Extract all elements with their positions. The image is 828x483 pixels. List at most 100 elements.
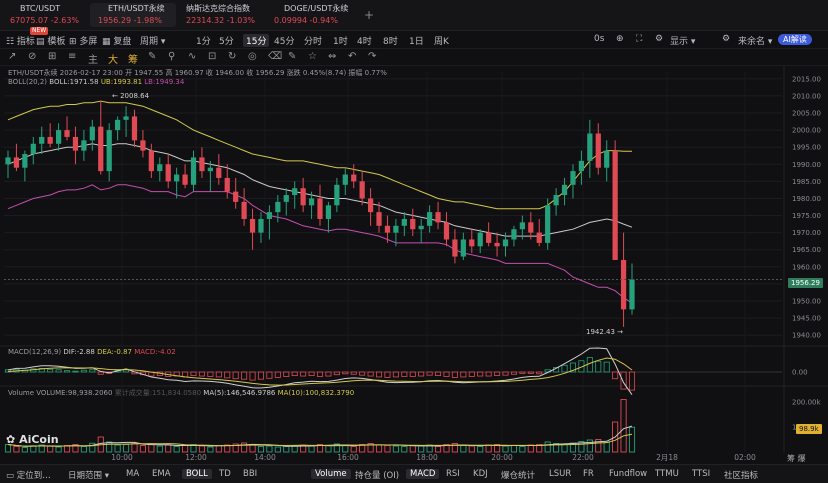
chip-icon[interactable]: 筹 [128,51,138,66]
volume-ma10: MA(10):100,832.3790 [277,389,355,397]
price-axis-label: 1975.00 [792,212,821,220]
macd-bar [468,371,475,377]
eraser-icon[interactable]: ⌫ [268,51,282,62]
sub-rsi[interactable]: RSI [446,469,460,479]
candle-body [401,218,407,226]
candle-body [283,195,289,202]
tf-15m[interactable]: 15分 [243,34,270,47]
measure-icon[interactable]: ⚲ [168,51,175,62]
sub-liquidation[interactable]: 爆仓统计 [501,469,535,481]
ind-td[interactable]: TD [219,469,231,479]
macd-bar [376,371,383,378]
indicator-button[interactable]: ☷ 指标 [6,34,35,47]
template-button[interactable]: ▤ 模板 [36,34,65,47]
macd-bar [536,371,543,375]
tf-45m[interactable]: 45分 [274,34,294,47]
account-dropdown[interactable]: 来余名 ▾ [738,34,772,47]
volume-bar [308,445,315,453]
tf-5m[interactable]: 5分 [219,34,234,47]
rotate-icon[interactable]: ↻ [228,51,236,62]
sub-lsur[interactable]: LSUR [549,469,571,479]
target-icon[interactable]: ◎ [248,51,257,62]
sub-ttmu[interactable]: TTMU [655,469,679,479]
sub-oi[interactable]: 持仓量 (OI) [355,469,399,481]
sub-fundflow[interactable]: Fundflow [609,469,647,479]
swap-icon[interactable]: ⇔ [328,51,336,62]
tf-week[interactable]: 周K [434,34,449,47]
zoom-icon[interactable]: ⊕ [616,34,624,44]
main-force-icon[interactable]: 主 [88,51,98,66]
lines-icon[interactable]: ≡ [68,51,76,62]
price-axis-label: 1980.00 [792,195,821,203]
trend-line-icon[interactable]: ↗ [8,51,16,62]
volume-bar [131,443,138,453]
date-range-dropdown[interactable]: 日期范围 ▾ [68,469,109,481]
candle-body [342,174,348,185]
locate-button[interactable]: ▭ 定位到… [6,469,51,481]
chip-tool-icon[interactable]: 筹 [787,454,795,463]
pen-icon[interactable]: ✎ [148,51,156,62]
aicoin-watermark: ✿ AiCoin [6,433,59,446]
tf-4h[interactable]: 4时 [357,34,372,47]
ai-interpret-button[interactable]: AI解读 [778,34,812,45]
add-tab-button[interactable]: + [364,8,374,22]
tf-1m[interactable]: 1分 [196,34,211,47]
tab-name: BTC/USDT [10,3,80,15]
macd-bar [628,371,636,391]
tf-1d[interactable]: 1日 [409,34,424,47]
candle-body [469,239,475,247]
macd-bar [249,371,256,381]
display-settings-icon[interactable]: ⚙ [655,34,663,44]
period-dropdown[interactable]: 周期 ▾ [140,34,165,47]
kline-chart[interactable]: 2015.00 2010.00 2005.00 2000.00 1995.00 1990.… [0,66,828,464]
undo-icon[interactable]: ↶ [348,51,356,62]
tab-nasdaq[interactable]: 纳斯达克综合指数 22314.32 -1.03% [178,3,264,27]
redo-icon[interactable]: ↷ [368,51,376,62]
fullscreen-icon[interactable]: ⛶ [636,34,642,44]
sub-macd[interactable]: MACD [406,469,440,479]
candle-body [30,143,36,155]
community-indicators[interactable]: 社区指标 [724,469,758,481]
replay-button[interactable]: ▦ 复盘 [102,34,131,47]
settings-icon[interactable]: ⚙ [722,34,730,44]
volume-bar [460,445,467,453]
boll-legend: BOLL(20,2) BOLL:1971.58 UB:1993.81 LB:19… [8,78,184,86]
macd-bar [460,371,467,378]
chart-area[interactable]: 2015.00 2010.00 2005.00 2000.00 1995.00 1990.… [0,66,828,464]
wave-icon[interactable]: ∿ [188,51,196,62]
volume-bar [207,446,214,453]
candle-body [258,218,264,233]
tf-1h[interactable]: 1时 [333,34,348,47]
sub-ttsi[interactable]: TTSI [692,469,710,479]
ind-boll[interactable]: BOLL [182,469,212,479]
time-axis-label: 22:00 [572,453,594,462]
sub-kdj[interactable]: KDJ [473,469,488,479]
sub-fr[interactable]: FR [583,469,594,479]
candle-body [22,154,28,168]
tab-btc[interactable]: BTC/USDT 67075.07 -2.63% [2,3,88,27]
sub-volume[interactable]: Volume [311,469,351,479]
macd-bar [409,371,416,377]
liquidation-tool-icon[interactable]: 爆 [798,454,806,463]
volume-legend: Volume VOLUME:98,938.2060 累计成交量:151,834.… [8,388,354,398]
candle-body [536,232,542,243]
rect-icon[interactable]: ⊞ [48,51,56,62]
tab-eth[interactable]: ETH/USDT永续 1956.29 -1.98% [90,3,176,27]
tf-timeshare[interactable]: 分时 [304,34,322,47]
tf-8h[interactable]: 8时 [383,34,398,47]
candle-body [477,232,483,247]
multiscreen-button[interactable]: ⊞ 多屏 [69,34,97,47]
macd-bar [350,371,357,375]
star-icon[interactable]: ☆ [308,51,317,62]
volume-bar [182,445,189,453]
frame-icon[interactable]: ⊡ [208,51,216,62]
ind-ma[interactable]: MA [126,469,139,479]
tab-doge[interactable]: DOGE/USDT永续 0.09994 -0.94% [266,3,362,27]
edit-icon[interactable]: ✎ [288,51,296,62]
display-dropdown[interactable]: 显示 ▾ [670,34,695,47]
candle-body [494,242,500,247]
whale-icon[interactable]: 大 [108,51,118,66]
ray-icon[interactable]: ⊘ [28,51,36,62]
ind-bbi[interactable]: BBI [243,469,257,479]
ind-ema[interactable]: EMA [152,469,171,479]
